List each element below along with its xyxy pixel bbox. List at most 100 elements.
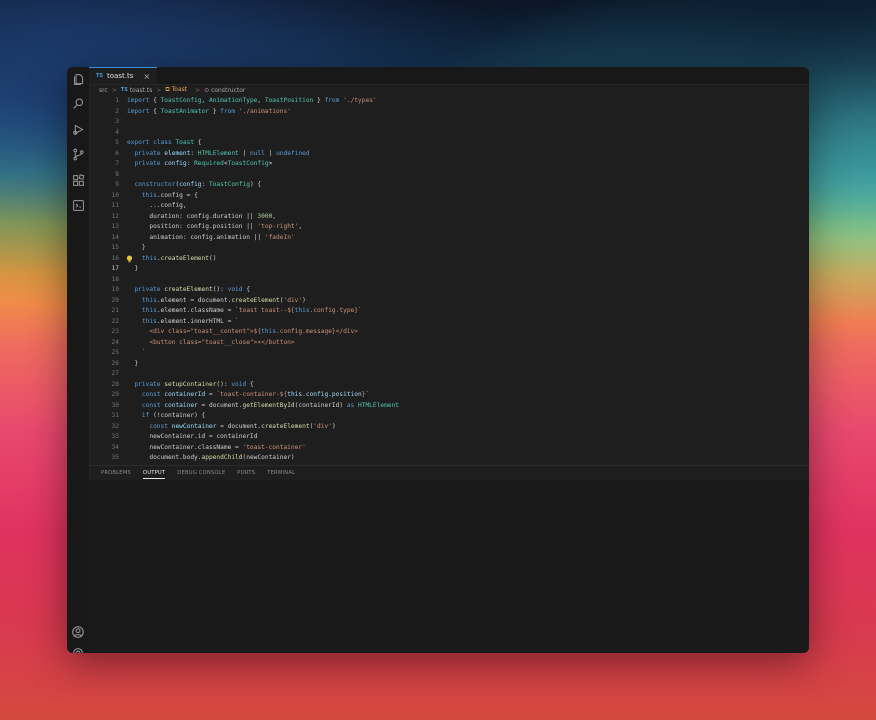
code-line[interactable]: 15 } <box>89 243 809 254</box>
panel-tab-bar: PROBLEMS OUTPUT DEBUG CONSOLE PORTS TERMINAL <box>89 465 809 480</box>
code-text: newContainer.className = 'toast-containe… <box>127 443 305 454</box>
code-line[interactable]: 29 const containerId = `toast-container-… <box>89 390 809 401</box>
code-token: this.config.position <box>287 391 362 398</box>
code-line[interactable]: 19 private createElement(): void { <box>89 285 809 296</box>
code-line[interactable]: 21 this.element.className = `toast toast… <box>89 306 809 317</box>
code-line[interactable]: 2 import { ToastAnimator } from './animat… <box>89 107 809 118</box>
line-number: 7 <box>115 160 119 167</box>
code-line[interactable]: 1 import { ToastConfig, AnimationType, To… <box>89 96 809 107</box>
chevron-right-icon: > <box>156 86 162 94</box>
code-token: ToastAnimator <box>160 107 209 115</box>
code-text: this.config = { <box>127 191 198 202</box>
code-token: void <box>231 380 247 388</box>
code-token: { <box>246 380 254 388</box>
code-line[interactable]: 17 } <box>89 264 809 275</box>
code-text: private element: HTMLElement | null | un… <box>127 149 309 160</box>
code-token: const <box>141 401 165 409</box>
code-line[interactable]: 20 this.element = document.createElement… <box>89 296 809 307</box>
line-number: 3 <box>115 118 119 125</box>
code-token: container <box>164 401 198 409</box>
code-editor[interactable]: 1 import { ToastConfig, AnimationType, To… <box>89 96 809 464</box>
code-line[interactable]: 31 if (!container) { <box>89 411 809 422</box>
close-icon[interactable]: × <box>143 72 150 81</box>
tab-toast-ts[interactable]: TS toast.ts × <box>89 67 157 84</box>
extensions-icon[interactable] <box>71 173 85 187</box>
code-token: .config.message}</div> <box>276 328 358 335</box>
code-text: private config: Required<ToastConfig> <box>127 159 272 170</box>
lightbulb-icon[interactable] <box>126 255 133 263</box>
code-token: './types' <box>343 97 377 104</box>
code-token: const <box>141 391 165 398</box>
code-line[interactable]: 12 duration: config.duration || 3000, <box>89 212 809 223</box>
code-line[interactable]: 25 ` <box>89 348 809 359</box>
code-line[interactable]: 6 private element: HTMLElement | null | … <box>89 149 809 160</box>
code-token: this <box>141 254 157 262</box>
tab-terminal[interactable]: TERMINAL <box>267 466 295 480</box>
remote-icon[interactable] <box>71 198 85 212</box>
code-line[interactable]: 22 this.element.innerHTML = ` <box>89 317 809 328</box>
tab-ports[interactable]: PORTS <box>237 466 255 480</box>
tab-debug-console[interactable]: DEBUG CONSOLE <box>177 466 225 480</box>
code-line[interactable]: 16 this.createElement() <box>89 254 809 265</box>
code-line[interactable]: 24 <button class="toast__close">×</butto… <box>89 338 809 349</box>
code-line[interactable]: 26 } <box>89 359 809 370</box>
run-debug-icon[interactable] <box>71 122 85 136</box>
code-line[interactable]: 28 private setupContainer(): void { <box>89 380 809 391</box>
explorer-icon[interactable] <box>71 72 85 86</box>
code-token: newContainer.id = containerId <box>127 433 258 440</box>
line-number: 5 <box>115 139 119 146</box>
code-line[interactable]: 23 <div class="toast__content">${this.co… <box>89 327 809 338</box>
breadcrumb-file[interactable]: toast.ts <box>130 87 153 94</box>
breadcrumb-folder[interactable]: src <box>99 87 108 94</box>
code-line[interactable]: 13 position: config.position || 'top-rig… <box>89 222 809 233</box>
code-token: private <box>134 380 165 388</box>
code-line[interactable]: 4 <box>89 128 809 139</box>
code-token: , <box>201 97 209 104</box>
code-token: (): <box>216 380 232 388</box>
code-token: null <box>249 149 265 157</box>
code-line[interactable]: 8 <box>89 170 809 181</box>
code-token: this <box>294 307 310 314</box>
code-token: animation: config.animation || <box>127 233 265 241</box>
code-line[interactable]: 3 <box>89 117 809 128</box>
breadcrumb-class[interactable]: ⧉ Toast <box>165 86 191 94</box>
line-number: 2 <box>115 107 119 115</box>
code-line[interactable]: 33 newContainer.id = containerId <box>89 432 809 443</box>
breadcrumb-method[interactable]: ⊙ constructor <box>204 87 249 94</box>
tab-problems[interactable]: PROBLEMS <box>101 466 131 480</box>
search-icon[interactable] <box>71 96 85 110</box>
code-token: ` <box>127 349 146 356</box>
code-text: import { ToastAnimator } from './animati… <box>127 107 291 118</box>
account-icon[interactable] <box>71 624 85 638</box>
code-line[interactable]: 9 constructor(config: ToastConfig) { <box>89 180 809 191</box>
code-line[interactable]: 7 private config: Required<ToastConfig> <box>89 159 809 170</box>
code-line[interactable]: 14 animation: config.animation || 'fadeI… <box>89 233 809 244</box>
code-line[interactable]: 32 const newContainer = document.createE… <box>89 422 809 433</box>
code-line[interactable]: 27 <box>89 369 809 380</box>
typescript-file-icon: TS <box>96 73 104 79</box>
output-panel[interactable] <box>89 480 809 653</box>
code-token: getElementById <box>242 401 295 409</box>
line-number: 32 <box>111 422 119 430</box>
code-line[interactable]: 18 <box>89 275 809 286</box>
code-line[interactable]: 11 ...config, <box>89 201 809 212</box>
code-token: document.body. <box>127 454 202 461</box>
code-token: 'top-right' <box>257 223 299 230</box>
tab-output[interactable]: OUTPUT <box>142 466 166 480</box>
code-line[interactable]: 10 this.config = { <box>89 191 809 202</box>
manage-gear-icon[interactable] <box>71 645 85 653</box>
code-token: from <box>324 97 344 104</box>
source-control-icon[interactable] <box>71 147 85 161</box>
code-line[interactable]: 5 export class Toast { <box>89 138 809 149</box>
code-token: : <box>190 149 198 157</box>
code-line[interactable]: 34 newContainer.className = 'toast-conta… <box>89 443 809 454</box>
line-number: 35 <box>111 454 119 461</box>
code-line[interactable]: 35 document.body.appendChild(newContaine… <box>89 453 809 464</box>
code-token: setupContainer <box>164 380 217 388</box>
code-line[interactable]: 30 const container = document.getElement… <box>89 401 809 412</box>
code-token: 'div' <box>283 296 303 304</box>
